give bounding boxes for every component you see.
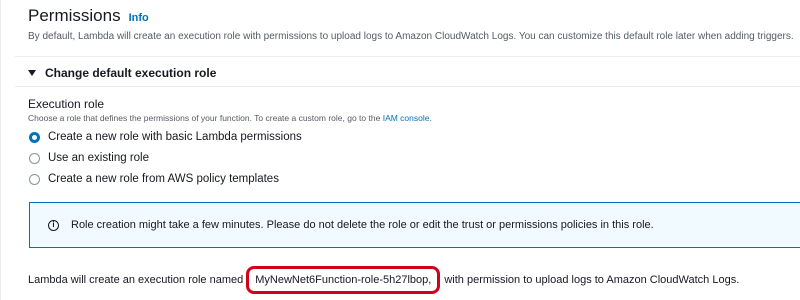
execution-role-description: Choose a role that defines the permissio… (28, 113, 432, 123)
caret-down-icon (28, 70, 36, 76)
radio-option-create-basic-role[interactable]: Create a new role with basic Lambda perm… (29, 131, 302, 143)
execution-role-description-text: Choose a role that defines the permissio… (28, 113, 381, 123)
role-name-summary: Lambda will create an execution role nam… (28, 266, 739, 294)
radio-label: Create a new role with basic Lambda perm… (48, 131, 302, 143)
panel-description: By default, Lambda will create an execut… (28, 31, 794, 42)
execution-role-label: Execution role (28, 97, 105, 111)
info-link[interactable]: Info (129, 12, 149, 24)
role-name-highlight: MyNewNet6Function-role-5h27lbop, (246, 266, 441, 294)
iam-console-link[interactable]: IAM console (383, 113, 430, 123)
radio-unselected-icon[interactable] (29, 152, 40, 164)
title-row: Permissions Info (28, 6, 800, 26)
divider (15, 56, 800, 57)
summary-suffix: with permission to upload logs to Amazon… (444, 274, 740, 286)
radio-label: Use an existing role (48, 152, 149, 164)
expander-label: Change default execution role (45, 66, 217, 80)
alert-text: Role creation might take a few minutes. … (71, 219, 654, 231)
divider (15, 86, 800, 87)
radio-unselected-icon[interactable] (29, 173, 40, 185)
change-execution-role-expander[interactable]: Change default execution role (28, 66, 216, 80)
radio-selected-icon[interactable] (29, 131, 40, 143)
panel-header: Permissions Info (28, 6, 800, 26)
radio-label: Create a new role from AWS policy templa… (48, 173, 279, 185)
permissions-panel: Permissions Info By default, Lambda will… (0, 0, 800, 300)
info-icon: i (48, 219, 59, 231)
radio-option-policy-templates[interactable]: Create a new role from AWS policy templa… (29, 173, 279, 185)
summary-prefix: Lambda will create an execution role nam… (28, 274, 244, 286)
info-alert: i Role creation might take a few minutes… (29, 202, 800, 248)
description-period: . (429, 113, 432, 123)
radio-option-existing-role[interactable]: Use an existing role (29, 152, 149, 164)
panel-title: Permissions (28, 6, 121, 25)
